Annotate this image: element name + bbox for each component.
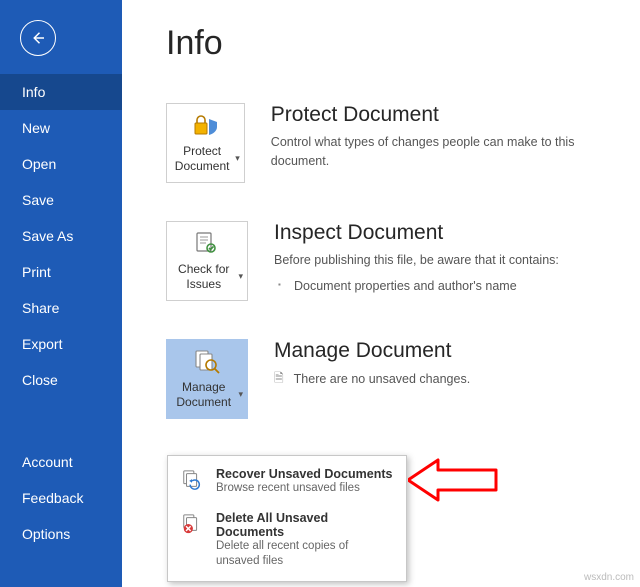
- sidebar-item-open[interactable]: Open: [0, 146, 122, 182]
- recover-documents-icon: [180, 467, 204, 497]
- inspect-document-title: Inspect Document: [274, 221, 559, 245]
- protect-document-tile-label: Protect Document: [171, 144, 233, 174]
- back-arrow-icon: [29, 29, 47, 47]
- sidebar-item-share[interactable]: Share: [0, 290, 122, 326]
- chevron-down-icon: ▾: [238, 389, 243, 400]
- sidebar-item-save[interactable]: Save: [0, 182, 122, 218]
- sidebar-item-print[interactable]: Print: [0, 254, 122, 290]
- watermark-text: wsxdn.com: [584, 572, 634, 583]
- sidebar-item-new[interactable]: New: [0, 110, 122, 146]
- delete-all-unsaved-documents-item[interactable]: Delete All Unsaved Documents Delete all …: [168, 504, 406, 577]
- inspect-document-row: Check for Issues ▾ Inspect Document Befo…: [166, 221, 620, 301]
- sidebar-item-close[interactable]: Close: [0, 362, 122, 398]
- document-icon: 🗎: [274, 369, 284, 390]
- inspect-document-icon: [193, 230, 221, 258]
- unsaved-changes-row: 🗎 There are no unsaved changes.: [274, 369, 470, 390]
- recover-menu-title: Recover Unsaved Documents: [216, 467, 394, 481]
- inspect-bullet-list: Document properties and author's name: [274, 276, 559, 296]
- protect-document-title: Protect Document: [271, 103, 620, 127]
- manage-document-title: Manage Document: [274, 339, 470, 363]
- protect-document-tile[interactable]: Protect Document ▾: [166, 103, 245, 183]
- chevron-down-icon: ▾: [238, 271, 243, 282]
- inspect-document-desc: Before publishing this file, be aware th…: [274, 251, 559, 270]
- backstage-sidebar: Info New Open Save Save As Print Share E…: [0, 0, 122, 587]
- back-button[interactable]: [20, 20, 56, 56]
- protect-document-desc: Control what types of changes people can…: [271, 133, 620, 171]
- check-for-issues-tile-label: Check for Issues: [171, 262, 236, 292]
- protect-document-section: Protect Document Control what types of c…: [271, 103, 620, 171]
- protect-document-row: Protect Document ▾ Protect Document Cont…: [166, 103, 620, 183]
- delete-menu-title: Delete All Unsaved Documents: [216, 511, 394, 539]
- sidebar-item-save-as[interactable]: Save As: [0, 218, 122, 254]
- page-title: Info: [166, 24, 620, 63]
- manage-document-icon: [193, 348, 221, 376]
- inspect-bullet-item: Document properties and author's name: [274, 276, 559, 296]
- sidebar-item-export[interactable]: Export: [0, 326, 122, 362]
- sidebar-item-options[interactable]: Options: [0, 516, 122, 552]
- inspect-document-section: Inspect Document Before publishing this …: [274, 221, 559, 296]
- manage-document-tile-label: Manage Document: [171, 380, 236, 410]
- sidebar-item-account[interactable]: Account: [0, 444, 122, 480]
- manage-document-section: Manage Document 🗎 There are no unsaved c…: [274, 339, 470, 390]
- unsaved-changes-text: There are no unsaved changes.: [294, 370, 471, 389]
- manage-document-tile[interactable]: Manage Document ▾: [166, 339, 248, 419]
- delete-documents-icon: [180, 511, 204, 570]
- sidebar-item-feedback[interactable]: Feedback: [0, 480, 122, 516]
- recover-unsaved-documents-item[interactable]: Recover Unsaved Documents Browse recent …: [168, 460, 406, 504]
- check-for-issues-tile[interactable]: Check for Issues ▾: [166, 221, 248, 301]
- manage-document-menu: Recover Unsaved Documents Browse recent …: [167, 455, 407, 582]
- recover-menu-sub: Browse recent unsaved files: [216, 481, 394, 497]
- delete-menu-sub: Delete all recent copies of unsaved file…: [216, 539, 394, 570]
- chevron-down-icon: ▾: [235, 153, 240, 164]
- sidebar-item-info[interactable]: Info: [0, 74, 122, 110]
- lock-shield-icon: [191, 112, 219, 140]
- manage-document-row: Manage Document ▾ Manage Document 🗎 Ther…: [166, 339, 620, 419]
